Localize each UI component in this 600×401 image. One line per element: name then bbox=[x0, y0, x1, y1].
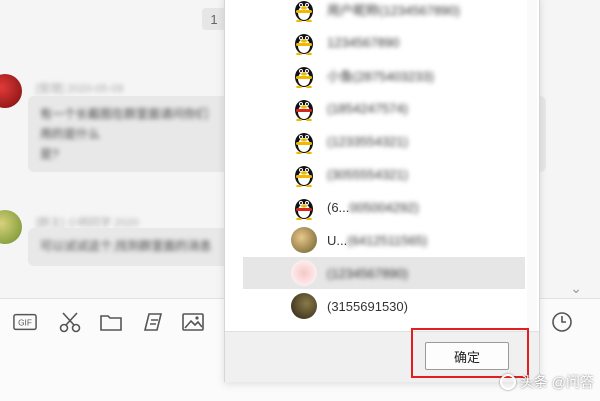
avatar[interactable] bbox=[0, 74, 22, 108]
contact-item[interactable]: (1233554321) bbox=[243, 125, 525, 157]
penguin-avatar-icon bbox=[291, 29, 317, 56]
avatar bbox=[291, 293, 317, 319]
contact-name: (3155691530) bbox=[327, 298, 408, 314]
penguin-avatar-icon bbox=[291, 194, 317, 221]
contact-name: (6...005004292) bbox=[327, 199, 419, 215]
contact-item[interactable]: (3155691530) bbox=[243, 290, 525, 322]
select-contacts-dialog: 用户昵称(1234567890) 1234567890 小鱼(2875403233)… bbox=[224, 0, 540, 382]
contact-item[interactable]: (3055554321) bbox=[243, 158, 525, 190]
contact-list[interactable]: 用户昵称(1234567890) 1234567890 小鱼(2875403233)… bbox=[225, 0, 525, 331]
penguin-avatar-icon bbox=[291, 62, 317, 89]
folder-icon[interactable] bbox=[98, 311, 124, 333]
gif-icon[interactable]: GIF bbox=[12, 311, 38, 333]
contact-name: 用户昵称(1234567890) bbox=[327, 2, 460, 18]
clock-icon[interactable] bbox=[549, 311, 575, 333]
penguin-avatar-icon bbox=[291, 128, 317, 155]
chevron-down-icon[interactable]: ⌄ bbox=[570, 280, 582, 297]
contact-item[interactable]: (6...005004292) bbox=[243, 191, 525, 223]
contact-item[interactable]: 用户昵称(1234567890) bbox=[243, 0, 525, 25]
contact-name: (3055554321) bbox=[327, 166, 408, 182]
contact-name: (1854247574) bbox=[327, 100, 408, 116]
contact-name: (1233554321) bbox=[327, 133, 408, 149]
scrollbar[interactable] bbox=[527, 0, 537, 331]
avatar bbox=[291, 227, 317, 253]
dialog-footer: 确定 bbox=[225, 328, 539, 382]
penguin-avatar-icon bbox=[291, 0, 317, 23]
contact-item[interactable]: 小鱼(2875403233) bbox=[243, 59, 525, 91]
message-text: 可以试试这个,找到群里面的消息 bbox=[40, 239, 212, 253]
confirm-button[interactable]: 确定 bbox=[425, 342, 509, 370]
scissors-icon[interactable] bbox=[57, 311, 83, 333]
penguin-avatar-icon bbox=[291, 161, 317, 188]
contact-name: (1234567890) bbox=[327, 265, 408, 281]
message-bubble: 可以试试这个,找到群里面的消息 bbox=[28, 228, 228, 266]
message-meta: [管理] 2020-05-09 bbox=[36, 83, 124, 95]
contact-item[interactable]: 1234567890 bbox=[243, 26, 525, 58]
unread-badge: 1 bbox=[202, 8, 226, 30]
svg-text:GIF: GIF bbox=[18, 318, 32, 328]
message-text: 有一个长截图在群里面请问你们用的是什么 bbox=[40, 107, 209, 141]
image-icon[interactable] bbox=[180, 311, 206, 333]
contact-item[interactable]: U...(6412511565) bbox=[243, 224, 525, 256]
contact-name: U...(6412511565) bbox=[327, 232, 428, 248]
contact-item[interactable]: (1854247574) bbox=[243, 92, 525, 124]
penguin-avatar-icon bbox=[291, 95, 317, 122]
message-bubble: 有一个长截图在群里面请问你们用的是什么 是? bbox=[28, 96, 228, 172]
contact-item[interactable]: (1234567890) bbox=[243, 257, 525, 289]
watermark-logo-icon bbox=[499, 374, 516, 390]
watermark: 头条 @问答 bbox=[499, 372, 594, 392]
contact-name: 1234567890 bbox=[327, 34, 400, 50]
message-meta: [群主] 小明同学 2020 bbox=[36, 217, 139, 229]
contact-name: 小鱼(2875403233) bbox=[327, 68, 434, 84]
bookmark-icon[interactable] bbox=[140, 311, 166, 333]
avatar[interactable] bbox=[0, 210, 22, 244]
message-text: 是? bbox=[40, 147, 59, 161]
avatar bbox=[291, 260, 317, 286]
